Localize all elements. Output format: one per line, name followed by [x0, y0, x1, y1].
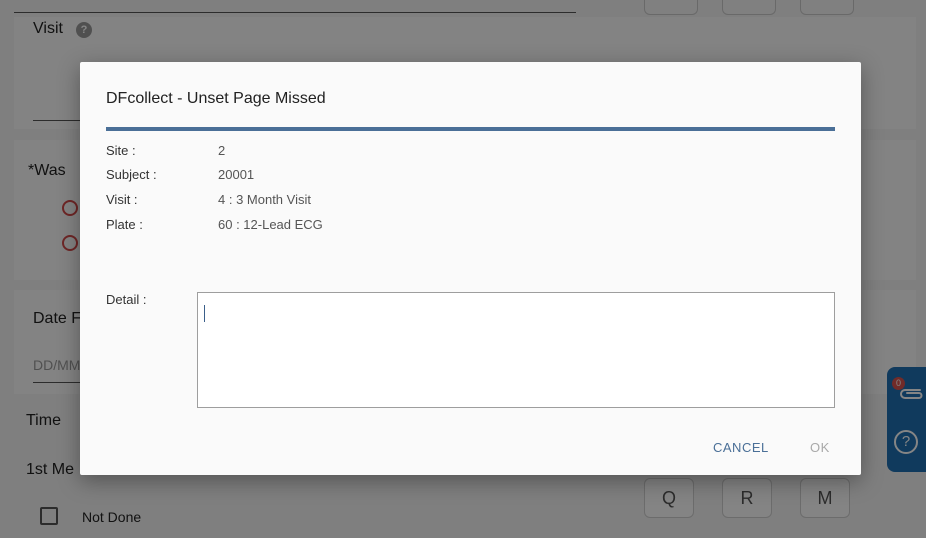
detail-label: Detail : [106, 292, 147, 307]
subject-key: Subject : [106, 167, 157, 182]
unset-page-missed-dialog: DFcollect - Unset Page Missed Site : 2 S… [80, 62, 861, 475]
dialog-title: DFcollect - Unset Page Missed [106, 90, 326, 107]
visit-key: Visit : [106, 192, 138, 207]
ok-button[interactable]: OK [810, 440, 830, 455]
site-key: Site : [106, 143, 136, 158]
visit-value: 4 : 3 Month Visit [218, 192, 311, 207]
site-value: 2 [218, 143, 226, 158]
subject-value: 20001 [218, 167, 255, 182]
plate-key: Plate : [106, 217, 143, 232]
cancel-button[interactable]: CANCEL [713, 440, 769, 455]
detail-textarea[interactable] [197, 292, 835, 408]
title-divider [106, 127, 835, 131]
text-cursor [204, 305, 205, 322]
plate-value: 60 : 12-Lead ECG [218, 217, 323, 232]
